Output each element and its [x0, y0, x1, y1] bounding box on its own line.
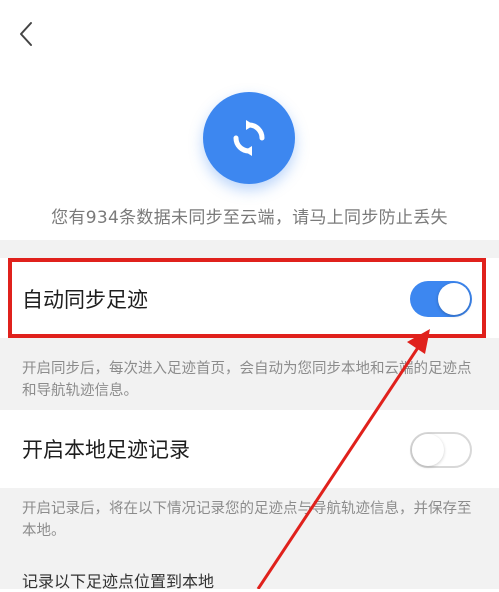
chevron-left-icon [20, 22, 32, 46]
sync-status-message: 您有934条数据未同步至云端，请马上同步防止丢失 [51, 208, 448, 228]
local-record-toggle[interactable] [410, 432, 472, 468]
local-record-row[interactable]: 开启本地足迹记录 [0, 410, 499, 488]
auto-sync-description-area: 开启同步后，每次进入足迹首页，会自动为您同步本地和云端的足迹点和导航轨迹信息。 [0, 338, 499, 410]
toggle-knob [438, 283, 470, 315]
auto-sync-row[interactable]: 自动同步足迹 [0, 258, 499, 338]
local-record-description: 开启记录后，将在以下情况记录您的足迹点与导航轨迹信息，并保存至本地。 [22, 501, 472, 539]
local-record-label: 开启本地足迹记录 [22, 438, 190, 462]
auto-sync-toggle[interactable] [410, 281, 472, 317]
section-divider [0, 240, 499, 258]
local-record-description-area: 开启记录后，将在以下情况记录您的足迹点与导航轨迹信息，并保存至本地。 记录以下足… [0, 488, 499, 591]
record-section-title: 记录以下足迹点位置到本地 [22, 572, 215, 591]
sync-icon [233, 120, 265, 156]
auto-sync-description: 开启同步后，每次进入足迹首页，会自动为您同步本地和云端的足迹点和导航轨迹信息。 [22, 361, 472, 399]
toggle-knob [412, 434, 444, 466]
sync-button[interactable] [203, 92, 295, 184]
auto-sync-label: 自动同步足迹 [22, 288, 148, 312]
back-button[interactable] [18, 14, 58, 54]
